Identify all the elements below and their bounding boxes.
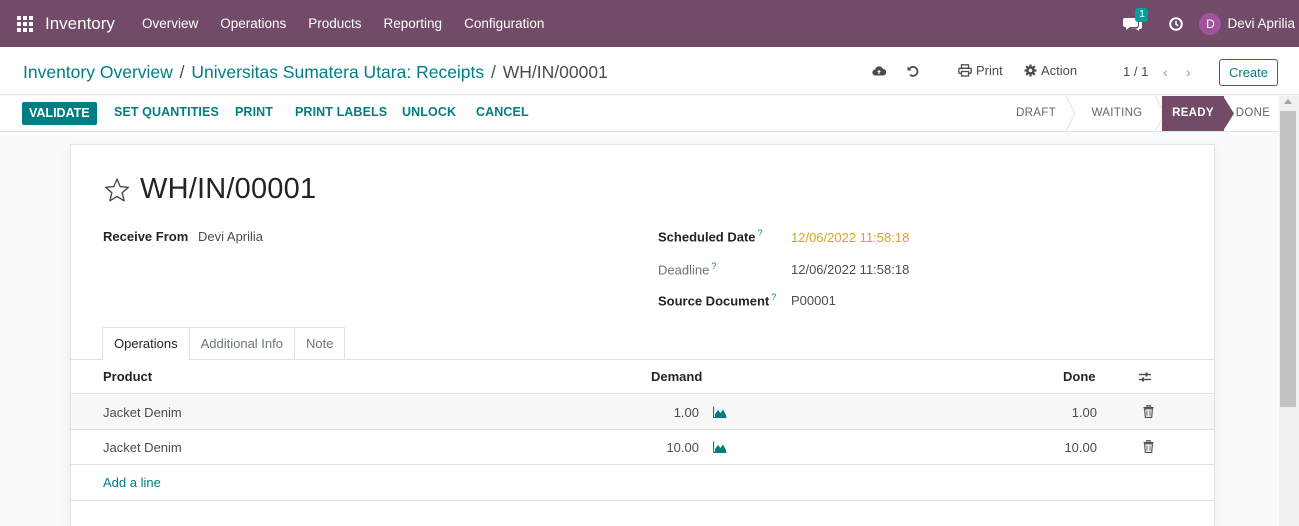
deadline-label: Deadline? xyxy=(658,261,716,277)
source-document-value[interactable]: P00001 xyxy=(791,293,836,308)
table-header: Product Demand Done xyxy=(71,360,1214,394)
stage-ready[interactable]: READY xyxy=(1162,96,1224,131)
menu-item-products[interactable]: Products xyxy=(297,16,372,31)
breadcrumb-separator: / xyxy=(491,62,496,82)
breadcrumb: Inventory Overview / Universitas Sumater… xyxy=(23,62,608,83)
menu-item-configuration[interactable]: Configuration xyxy=(453,16,555,31)
chevron-left-icon[interactable]: ‹ xyxy=(1163,64,1168,80)
breadcrumb-item-receipts[interactable]: Universitas Sumatera Utara: Receipts xyxy=(191,62,484,82)
menu-item-reporting[interactable]: Reporting xyxy=(373,16,454,31)
control-panel: Inventory Overview / Universitas Sumater… xyxy=(0,47,1299,95)
source-document-label: Source Document? xyxy=(658,292,776,308)
main-menu: Overview Operations Products Reporting C… xyxy=(131,16,555,31)
cancel-button[interactable]: CANCEL xyxy=(476,105,529,119)
scheduled-date-label: Scheduled Date? xyxy=(658,228,763,244)
action-button[interactable]: Action xyxy=(1024,63,1077,78)
notebook-tabs: Operations Additional Info Note xyxy=(102,327,346,360)
help-tooltip-icon[interactable]: ? xyxy=(771,292,776,302)
scheduled-date-label-text: Scheduled Date xyxy=(658,229,756,245)
form-sheet: WH/IN/00001 Receive From Devi Aprilia Sc… xyxy=(70,144,1215,526)
top-navbar: Inventory Overview Operations Products R… xyxy=(0,0,1299,47)
source-document-label-text: Source Document xyxy=(658,293,770,309)
row-product[interactable]: Jacket Denim xyxy=(103,440,182,455)
scroll-up-arrow-icon[interactable] xyxy=(1284,99,1292,104)
receive-from-label: Receive From xyxy=(103,229,189,244)
table-row[interactable]: Jacket Denim 10.00 10.00 xyxy=(71,430,1214,465)
print-label: Print xyxy=(976,63,1003,78)
record-title-row: WH/IN/00001 xyxy=(104,173,316,206)
create-button[interactable]: Create xyxy=(1219,59,1278,86)
row-done[interactable]: 10.00 xyxy=(1053,440,1097,455)
unlock-button[interactable]: UNLOCK xyxy=(402,105,456,119)
stage-done[interactable]: DONE xyxy=(1228,96,1278,131)
row-done[interactable]: 1.00 xyxy=(1053,405,1097,420)
undo-icon[interactable] xyxy=(906,64,920,78)
receive-from-value[interactable]: Devi Aprilia xyxy=(198,229,263,244)
trash-icon[interactable] xyxy=(1143,405,1154,418)
stage-waiting[interactable]: WAITING xyxy=(1074,96,1160,131)
chevron-right-icon[interactable]: › xyxy=(1186,64,1191,80)
trash-icon[interactable] xyxy=(1143,440,1154,453)
help-tooltip-icon[interactable]: ? xyxy=(711,261,716,271)
star-icon[interactable] xyxy=(104,177,130,203)
help-tooltip-icon[interactable]: ? xyxy=(758,228,763,238)
pager-value[interactable]: 1 / 1 xyxy=(1123,64,1148,79)
user-name[interactable]: Devi Aprilia xyxy=(1227,16,1295,31)
menu-item-overview[interactable]: Overview xyxy=(131,16,209,31)
breadcrumb-separator: / xyxy=(179,62,185,82)
validate-button[interactable]: VALIDATE xyxy=(22,102,97,125)
clock-icon[interactable] xyxy=(1169,16,1184,31)
add-line-link[interactable]: Add a line xyxy=(103,475,161,490)
breadcrumb-item-current: WH/IN/00001 xyxy=(502,62,608,82)
chat-icon[interactable]: 1 xyxy=(1123,7,1149,32)
apps-grid-icon[interactable] xyxy=(17,15,33,32)
action-label: Action xyxy=(1041,63,1078,78)
table-footer-divider xyxy=(71,500,1214,501)
deadline-value[interactable]: 12/06/2022 11:58:18 xyxy=(791,262,909,277)
deadline-label-text: Deadline xyxy=(658,262,710,278)
record-title: WH/IN/00001 xyxy=(140,173,317,205)
status-bar: VALIDATE SET QUANTITIES PRINT PRINT LABE… xyxy=(0,96,1299,132)
menu-item-operations[interactable]: Operations xyxy=(209,16,297,31)
row-demand[interactable]: 1.00 xyxy=(657,405,699,420)
optional-columns-icon[interactable] xyxy=(1138,371,1152,383)
cloud-upload-icon[interactable] xyxy=(872,64,887,78)
print-status-button[interactable]: PRINT xyxy=(235,105,273,119)
stage-draft[interactable]: DRAFT xyxy=(1002,96,1070,131)
printer-icon xyxy=(958,64,972,77)
column-header-done[interactable]: Done xyxy=(1063,369,1096,384)
systray: 1 D Devi Aprilia xyxy=(1123,7,1299,35)
tab-additional-info[interactable]: Additional Info xyxy=(188,327,295,359)
scheduled-date-value[interactable]: 12/06/2022 11:58:18 xyxy=(791,230,909,245)
forecast-chart-icon[interactable] xyxy=(713,441,727,453)
scrollbar-thumb[interactable] xyxy=(1280,111,1296,407)
column-header-product[interactable]: Product xyxy=(103,369,152,384)
breadcrumb-item-inventory-overview[interactable]: Inventory Overview xyxy=(23,62,173,82)
table-row[interactable]: Jacket Denim 1.00 1.00 xyxy=(71,395,1214,430)
set-quantities-button[interactable]: SET QUANTITIES xyxy=(114,105,219,119)
avatar[interactable]: D xyxy=(1199,12,1222,35)
gear-icon xyxy=(1024,64,1037,77)
chat-badge: 1 xyxy=(1135,7,1149,22)
print-button[interactable]: Print xyxy=(958,63,1003,78)
tab-note[interactable]: Note xyxy=(294,327,346,359)
column-header-demand[interactable]: Demand xyxy=(651,369,702,384)
print-labels-button[interactable]: PRINT LABELS xyxy=(295,105,387,119)
row-product[interactable]: Jacket Denim xyxy=(103,405,182,420)
forecast-chart-icon[interactable] xyxy=(713,406,727,418)
row-demand[interactable]: 10.00 xyxy=(657,440,699,455)
app-name[interactable]: Inventory xyxy=(45,14,115,34)
tab-operations[interactable]: Operations xyxy=(102,327,190,360)
